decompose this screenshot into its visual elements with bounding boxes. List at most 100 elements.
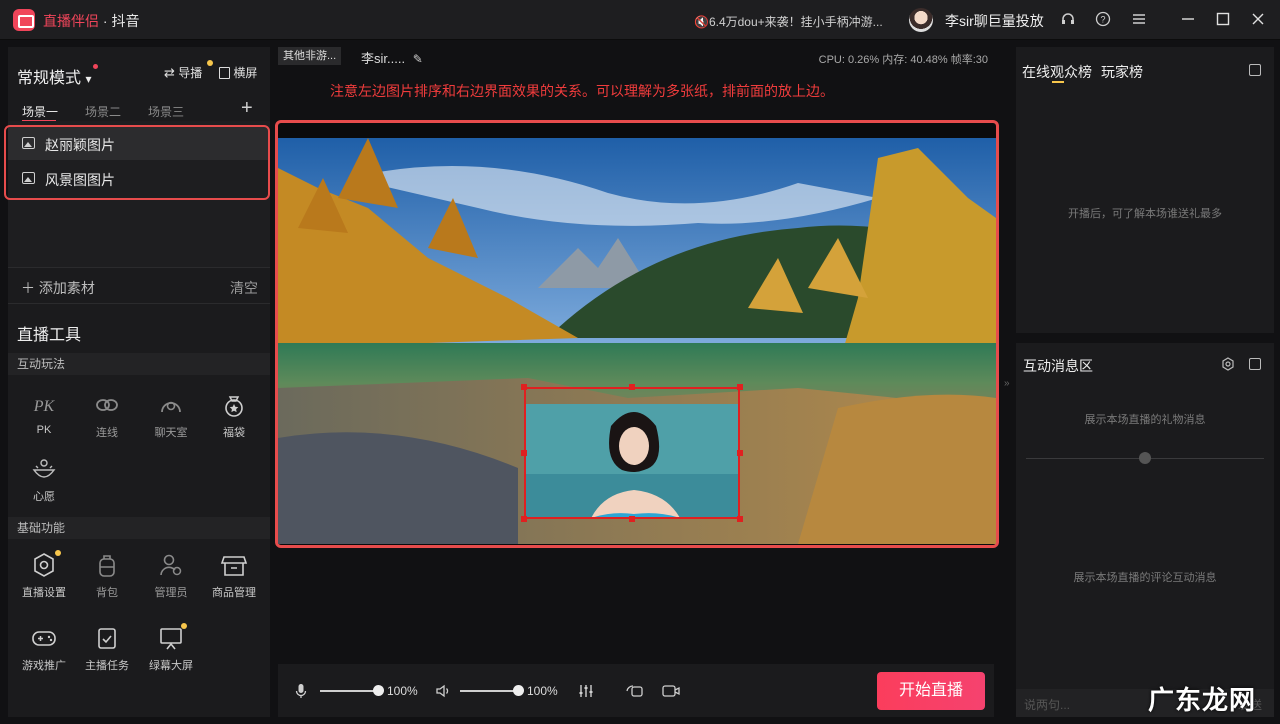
speaker-volume-value: 100% xyxy=(527,684,558,698)
guide-badge xyxy=(207,60,213,66)
tool-chatroom[interactable]: 聊天室 xyxy=(142,392,200,448)
speaker-volume-knob[interactable] xyxy=(513,685,524,696)
avatar[interactable] xyxy=(909,8,933,32)
title-bar: 直播伴侣 · 抖音 🔇6.4万dou+来袭！挂小手柄冲游... 李sir聊巨量投… xyxy=(0,0,1280,40)
tool-backpack[interactable]: 背包 xyxy=(78,552,136,608)
resize-handle[interactable] xyxy=(629,516,635,522)
store-icon xyxy=(219,552,249,578)
collapse-right-panel-icon[interactable]: » xyxy=(1004,378,1010,389)
app-logo-icon xyxy=(13,9,35,31)
minimize-icon[interactable] xyxy=(1179,10,1197,28)
menu-icon[interactable] xyxy=(1130,10,1148,28)
landscape-button[interactable]: 横屏 xyxy=(219,64,257,81)
tool-label: PK xyxy=(36,424,52,436)
portrait-image-overlay[interactable] xyxy=(524,387,740,519)
material-bar: ＋ 添加素材 清空 xyxy=(8,267,270,304)
stream-title-text: 李sir..... xyxy=(361,51,406,66)
tool-product-management[interactable]: 商品管理 xyxy=(205,552,263,608)
tool-green-screen[interactable]: 绿幕大屏 xyxy=(142,625,200,681)
tab-scene-2[interactable]: 场景二 xyxy=(85,103,121,120)
tab-active-indicator xyxy=(1052,81,1064,83)
tool-label: 心愿 xyxy=(33,491,55,503)
help-icon[interactable]: ? xyxy=(1094,10,1112,28)
tab-scene-3[interactable]: 场景三 xyxy=(148,103,184,120)
tool-game-promotion[interactable]: 游戏推广 xyxy=(15,625,73,681)
divider-drag-handle[interactable] xyxy=(1139,452,1151,464)
chat-placeholder: 说两句... xyxy=(1024,698,1071,712)
mixer-icon[interactable] xyxy=(577,683,595,702)
add-material-button[interactable]: ＋ 添加素材 xyxy=(21,278,95,298)
clear-button[interactable]: 清空 xyxy=(230,278,258,298)
popout-icon[interactable] xyxy=(1249,64,1261,76)
mode-label: 常规模式 xyxy=(17,70,82,87)
swap-icon: ⇄ xyxy=(164,65,175,80)
tool-label: 连线 xyxy=(96,427,118,439)
tool-live-settings[interactable]: 直播设置 xyxy=(15,552,73,608)
resize-handle[interactable] xyxy=(521,384,527,390)
interaction-title: 互动消息区 xyxy=(1023,358,1093,374)
tool-link[interactable]: 连线 xyxy=(78,392,136,448)
maximize-icon[interactable] xyxy=(1214,10,1232,28)
microphone-icon[interactable] xyxy=(295,683,307,702)
tools-title: 直播工具 xyxy=(17,327,82,344)
scene-tabs: 场景一 场景二 场景三 + xyxy=(8,97,270,122)
tool-label: 游戏推广 xyxy=(22,660,66,672)
resize-handle[interactable] xyxy=(737,384,743,390)
annotation-highlight xyxy=(4,125,270,200)
live-preview-canvas[interactable] xyxy=(275,120,999,548)
tab-online-viewers[interactable]: 在线观众榜 xyxy=(1022,62,1092,82)
task-icon xyxy=(92,625,122,651)
resize-handle[interactable] xyxy=(521,516,527,522)
right-panel: 在线观众榜 玩家榜 开播后，可了解本场谁送礼最多 互动消息区 展示本场直播的礼物… xyxy=(1016,47,1274,717)
speaker-volume-slider[interactable] xyxy=(460,690,518,692)
chatroom-icon xyxy=(156,392,186,418)
landscape-icon xyxy=(219,67,230,79)
mic-volume-slider[interactable] xyxy=(320,690,378,692)
game-category-tag[interactable]: 其他非游... xyxy=(278,47,342,65)
comment-message-hint: 展示本场直播的评论互动消息 xyxy=(1073,572,1217,584)
tool-label: 管理员 xyxy=(154,587,188,599)
start-live-button[interactable]: 开始直播 xyxy=(877,672,985,710)
svg-text:?: ? xyxy=(1100,15,1105,25)
speaker-icon[interactable] xyxy=(435,683,451,702)
resize-handle[interactable] xyxy=(737,450,743,456)
settings-icon xyxy=(29,552,59,578)
tool-label: 直播设置 xyxy=(22,587,66,599)
svg-text:PK: PK xyxy=(33,398,56,415)
popout-icon[interactable] xyxy=(1249,358,1261,370)
settings-icon[interactable] xyxy=(1221,357,1235,371)
green-screen-icon xyxy=(156,625,186,651)
app-name: 直播伴侣 xyxy=(43,13,99,29)
landscape-label: 横屏 xyxy=(233,66,258,80)
edit-icon[interactable]: ✎ xyxy=(413,52,423,66)
promo-ticker[interactable]: 🔇6.4万dou+来袭！挂小手柄冲游... xyxy=(694,13,883,30)
tool-label: 主播任务 xyxy=(85,660,129,672)
link-icon xyxy=(92,392,122,418)
mic-volume-knob[interactable] xyxy=(373,685,384,696)
tool-admin[interactable]: 管理员 xyxy=(142,552,200,608)
stream-title[interactable]: 李sir..... ✎ xyxy=(361,48,423,67)
guide-button[interactable]: ⇄ 导播 xyxy=(164,64,202,81)
tool-lucky-bag[interactable]: 福袋 xyxy=(205,392,263,448)
viewers-empty-hint: 开播后，可了解本场谁送礼最多 xyxy=(1068,208,1222,220)
tool-pk[interactable]: PK PK xyxy=(15,392,73,448)
resize-handle[interactable] xyxy=(521,450,527,456)
add-scene-button[interactable]: + xyxy=(241,97,253,120)
admin-icon xyxy=(156,552,186,578)
tool-wish[interactable]: 心愿 xyxy=(15,456,73,512)
tab-scene-1[interactable]: 场景一 xyxy=(22,103,58,120)
app-platform: 抖音 xyxy=(111,13,140,29)
mode-selector[interactable]: 常规模式 ▾ xyxy=(17,64,98,88)
tool-label: 聊天室 xyxy=(154,427,188,439)
tab-players[interactable]: 玩家榜 xyxy=(1101,62,1143,82)
gamepad-icon xyxy=(29,625,59,651)
resize-handle[interactable] xyxy=(737,516,743,522)
resize-handle[interactable] xyxy=(629,384,635,390)
headset-icon[interactable] xyxy=(1059,10,1077,28)
camera-switch-icon[interactable] xyxy=(625,683,645,702)
camera-icon[interactable] xyxy=(661,683,681,702)
lucky-bag-icon xyxy=(219,392,249,418)
close-icon[interactable] xyxy=(1249,10,1267,28)
tool-streamer-tasks[interactable]: 主播任务 xyxy=(78,625,136,681)
username[interactable]: 李sir聊巨量投放 xyxy=(945,11,1044,31)
